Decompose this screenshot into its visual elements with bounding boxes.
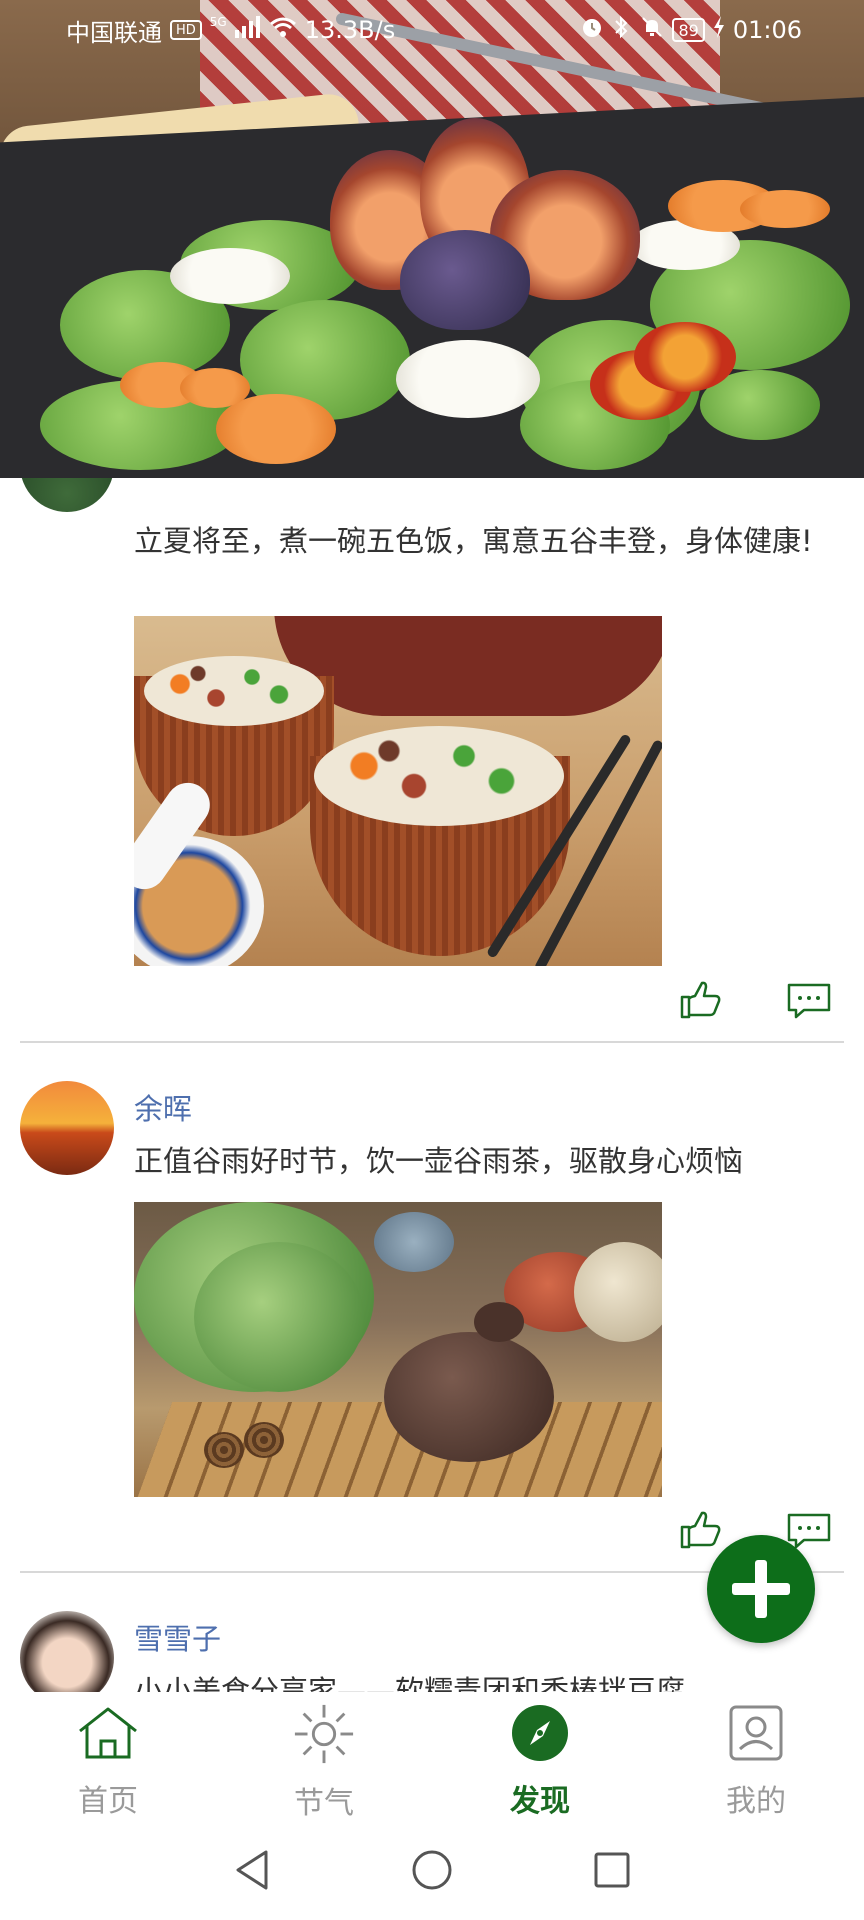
comment-icon	[787, 1513, 831, 1549]
home-circle-icon	[412, 1850, 452, 1890]
alarm-icon	[580, 15, 604, 45]
post-text: 正值谷雨好时节，饮一壶谷雨茶，驱散身心烦恼	[134, 1144, 744, 1178]
comment-button[interactable]	[786, 982, 831, 1022]
home-nav-button[interactable]	[407, 1845, 457, 1895]
comment-icon	[787, 983, 831, 1019]
post-image[interactable]	[134, 616, 662, 966]
bluetooth-icon	[612, 15, 632, 45]
signal-icon	[234, 16, 261, 44]
like-button[interactable]	[678, 1510, 722, 1550]
add-post-button[interactable]	[707, 1535, 815, 1643]
recents-button[interactable]	[587, 1845, 637, 1895]
like-button[interactable]	[678, 980, 722, 1020]
post-text: 小小美食分享家——软糯青团和香椿拌豆腐	[134, 1674, 686, 1692]
thumbs-up-icon	[680, 981, 721, 1019]
mute-icon	[640, 15, 664, 45]
back-button[interactable]	[227, 1845, 277, 1895]
post-text: 立夏将至，煮一碗五色饭，寓意五谷丰登，身体健康!	[134, 524, 813, 558]
battery-level: 89	[672, 18, 705, 42]
tab-discover[interactable]: 发现	[432, 1692, 648, 1820]
compass-icon	[508, 1702, 572, 1764]
tab-label: 节气	[294, 1786, 354, 1821]
network-type-label: 5G	[209, 15, 227, 29]
clock: 01:06	[732, 16, 802, 44]
avatar[interactable]	[20, 1611, 114, 1692]
tab-label: 首页	[78, 1784, 138, 1819]
tab-solar-terms[interactable]: 节气	[216, 1692, 432, 1821]
network-speed-label: 13.3B/s	[304, 16, 396, 44]
bottom-tab-bar: 首页 节气 发现 我的	[0, 1692, 864, 1821]
charging-icon	[713, 16, 725, 44]
recents-square-icon	[594, 1852, 630, 1888]
wifi-icon	[269, 16, 297, 44]
thumbs-up-icon	[680, 1511, 721, 1549]
hd-badge: HD	[170, 20, 202, 40]
post-author-name[interactable]: 余晖	[134, 1086, 192, 1128]
tab-label: 我的	[726, 1784, 786, 1819]
post-image[interactable]	[134, 1202, 662, 1497]
avatar[interactable]	[20, 1081, 114, 1175]
avatar[interactable]	[20, 478, 114, 512]
header-image-salad	[0, 0, 864, 478]
tab-profile[interactable]: 我的	[648, 1692, 864, 1820]
tab-home[interactable]: 首页	[0, 1692, 216, 1820]
sun-icon	[292, 1702, 356, 1766]
back-triangle-icon	[236, 1850, 268, 1890]
home-icon	[76, 1702, 140, 1764]
tab-label: 发现	[510, 1784, 570, 1819]
plus-icon	[732, 1560, 790, 1618]
system-navigation-bar	[0, 1820, 864, 1920]
carrier-label: 中国联通	[66, 18, 162, 47]
status-bar: 中国联通 HD 5G 13.3B/s 89 01:06	[0, 0, 864, 60]
discover-feed[interactable]: 立夏将至，煮一碗五色饭，寓意五谷丰登，身体健康! 余晖 正值谷雨好时节，饮一壶谷…	[0, 478, 864, 1692]
profile-icon	[724, 1702, 788, 1764]
post-author-name[interactable]: 雪雪子	[134, 1616, 221, 1658]
divider	[20, 1041, 844, 1043]
